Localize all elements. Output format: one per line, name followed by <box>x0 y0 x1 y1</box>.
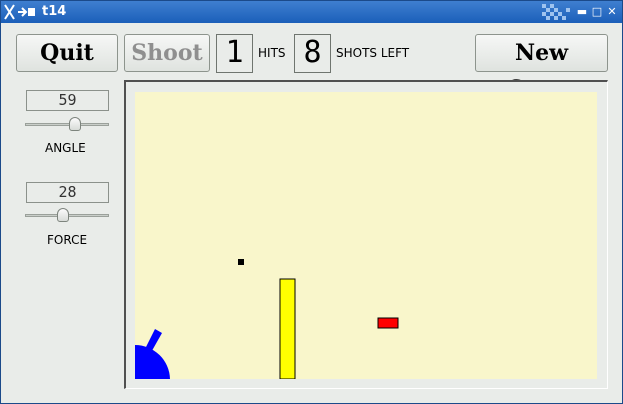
minimize-icon[interactable]: ▬ <box>575 5 589 19</box>
shot <box>238 259 244 265</box>
quit-button[interactable]: Quit <box>16 34 118 72</box>
force-display: 28 <box>26 182 109 203</box>
playfield-canvas <box>135 259 399 379</box>
hits-label: HITS <box>258 46 286 60</box>
force-slider[interactable] <box>25 208 109 224</box>
new-game-button[interactable]: New Game <box>475 34 608 102</box>
shots-left-display: 8 <box>294 34 331 73</box>
window-title: t14 <box>42 4 67 19</box>
x-app-icon <box>4 4 35 20</box>
close-icon[interactable]: ✕ <box>605 5 619 19</box>
angle-label: ANGLE <box>45 141 86 155</box>
cannon <box>135 345 170 379</box>
angle-slider-handle[interactable] <box>69 117 81 131</box>
angle-slider-track[interactable] <box>25 123 109 126</box>
angle-display: 59 <box>26 90 109 111</box>
force-label: FORCE <box>47 233 88 247</box>
shoot-button[interactable]: Shoot <box>124 34 210 72</box>
playfield[interactable] <box>135 92 597 379</box>
angle-slider[interactable] <box>25 117 109 133</box>
titlebar-pattern-icon <box>542 4 570 20</box>
app-window: t14 ▬ □ ✕ Quit Shoot 1 HITS 8 SHOTS LEFT… <box>0 0 623 404</box>
barrier <box>279 278 296 379</box>
shots-left-label: SHOTS LEFT <box>336 46 410 60</box>
title-bar[interactable]: t14 ▬ □ ✕ <box>1 1 622 23</box>
force-slider-handle[interactable] <box>57 208 69 222</box>
target <box>377 317 399 329</box>
hits-display: 1 <box>216 34 253 73</box>
maximize-icon[interactable]: □ <box>590 5 604 19</box>
